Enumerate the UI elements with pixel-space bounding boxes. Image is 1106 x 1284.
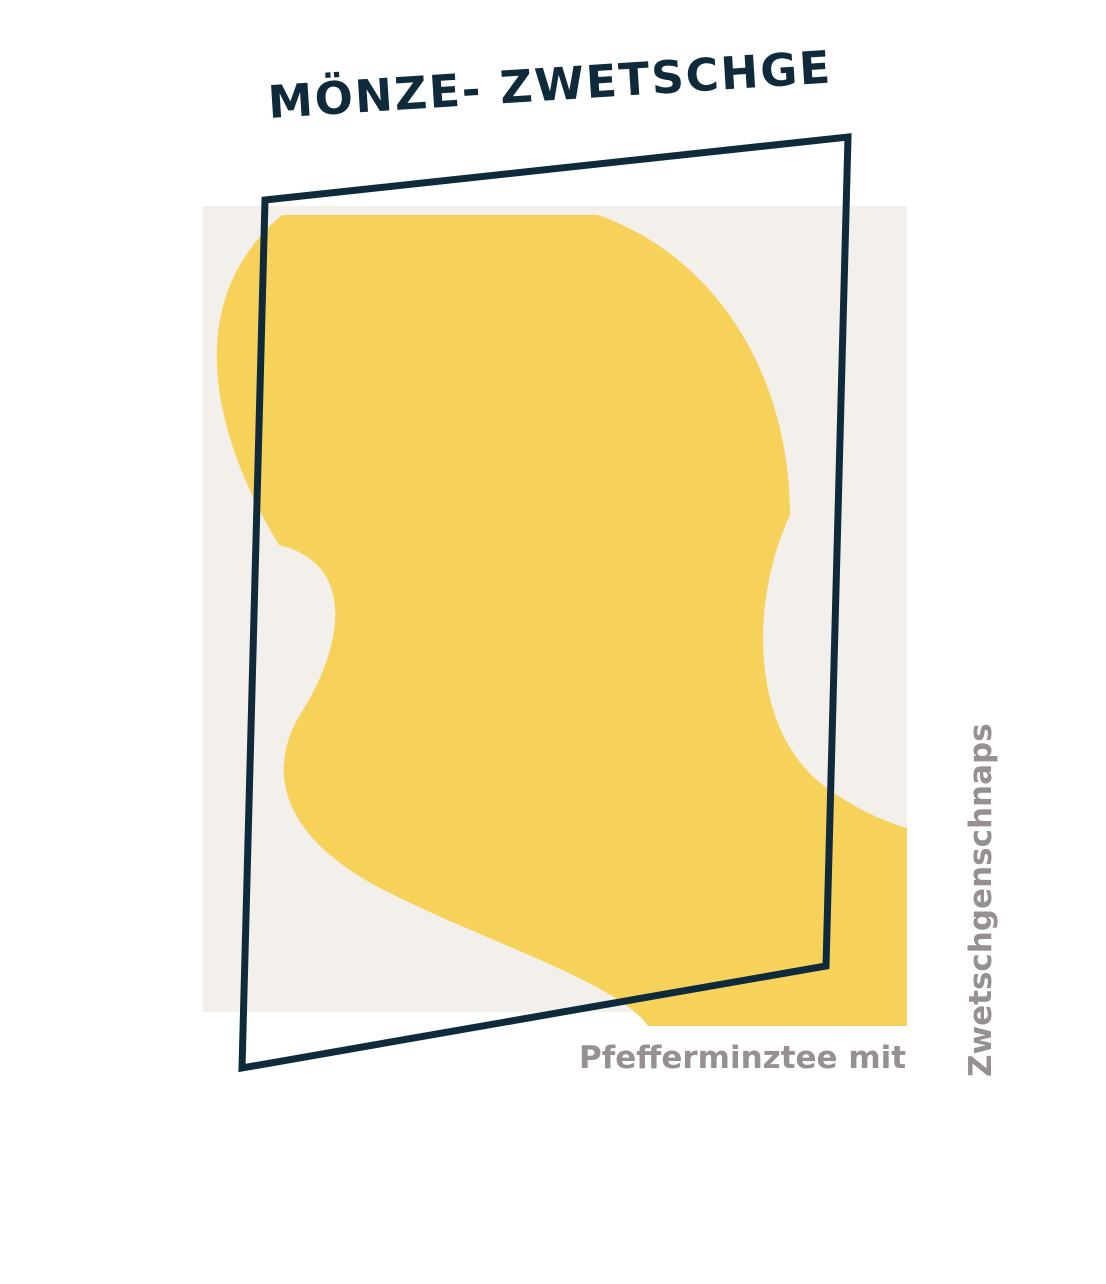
product-subtitle: Pfefferminztee mit xyxy=(579,1040,907,1076)
poster-artwork xyxy=(203,133,907,1073)
product-subtitle-vertical: Zwetschgenschnaps xyxy=(963,723,999,1077)
